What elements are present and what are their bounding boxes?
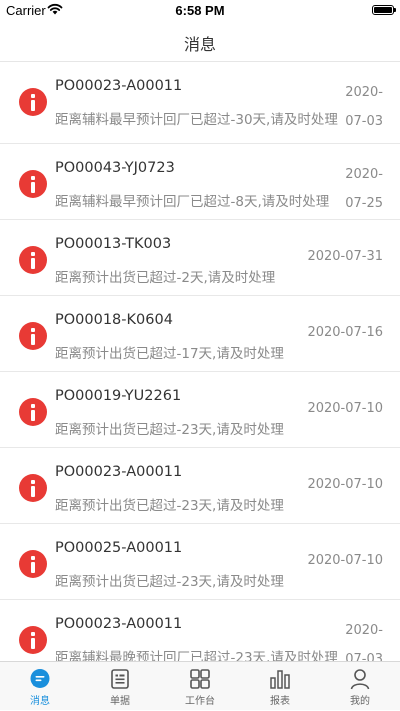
nav-bar: 消息 bbox=[0, 22, 400, 62]
alert-icon bbox=[19, 322, 47, 350]
message-item[interactable]: PO00013-TK003 距离预计出货已超过-2天,请及时处理 2020-07… bbox=[0, 220, 400, 296]
message-text: 距离预计出货已超过-2天,请及时处理 bbox=[55, 270, 276, 286]
message-item[interactable]: PO00025-A00011 距离预计出货已超过-23天,请及时处理 2020-… bbox=[0, 524, 400, 600]
order-code: PO00043-YJ0723 bbox=[55, 160, 175, 176]
message-item[interactable]: PO00023-A00011 距离预计出货已超过-23天,请及时处理 2020-… bbox=[0, 448, 400, 524]
order-code: PO00013-TK003 bbox=[55, 236, 172, 252]
alert-icon bbox=[19, 88, 47, 116]
tab-label: 工作台 bbox=[185, 696, 215, 707]
tab-documents[interactable]: 单据 bbox=[80, 662, 160, 711]
message-date: 2020-07-10 bbox=[307, 477, 383, 492]
message-text: 距离预计出货已超过-23天,请及时处理 bbox=[55, 574, 284, 590]
tab-profile[interactable]: 我的 bbox=[320, 662, 400, 711]
tab-label: 报表 bbox=[270, 696, 290, 707]
tab-bar: 消息 单据 工作台 报表 我的 bbox=[0, 661, 400, 710]
document-icon bbox=[111, 669, 129, 689]
message-list[interactable]: PO00023-A00011 距离辅料最早预计回厂已超过-30天,请及时处理 2… bbox=[0, 62, 400, 662]
alert-icon bbox=[19, 170, 47, 198]
message-text: 距离辅料最早预计回厂已超过-30天,请及时处理 bbox=[55, 112, 338, 128]
message-date: 2020-07-10 bbox=[307, 401, 383, 416]
message-text: 距离预计出货已超过-17天,请及时处理 bbox=[55, 346, 284, 362]
message-text: 距离辅料最早预计回厂已超过-8天,请及时处理 bbox=[55, 194, 330, 210]
grid-icon bbox=[190, 669, 210, 689]
alert-icon bbox=[19, 550, 47, 578]
order-code: PO00023-A00011 bbox=[55, 78, 183, 94]
tab-label: 消息 bbox=[30, 696, 50, 707]
message-text: 距离预计出货已超过-23天,请及时处理 bbox=[55, 422, 284, 438]
alert-icon bbox=[19, 626, 47, 654]
clock: 6:58 PM bbox=[175, 3, 225, 18]
message-date: 2020-07-10 bbox=[307, 553, 383, 568]
user-icon bbox=[350, 669, 370, 690]
message-item[interactable]: PO00019-YU2261 距离预计出货已超过-23天,请及时处理 2020-… bbox=[0, 372, 400, 448]
page-title: 消息 bbox=[183, 35, 216, 54]
status-bar: Carrier 6:58 PM bbox=[0, 0, 400, 22]
message-date: 2020- 07-03 bbox=[327, 78, 383, 136]
message-date-year: 2020- bbox=[345, 623, 383, 638]
message-item[interactable]: PO00023-A00011 距离辅料最晚预计回厂已超过-23天,请及时处理 2… bbox=[0, 600, 400, 662]
message-icon bbox=[30, 669, 50, 688]
order-code: PO00023-A00011 bbox=[55, 464, 183, 480]
message-date: 2020-07-16 bbox=[307, 325, 383, 340]
message-text: 距离预计出货已超过-23天,请及时处理 bbox=[55, 498, 284, 514]
tab-messages[interactable]: 消息 bbox=[0, 662, 80, 711]
tab-label: 我的 bbox=[350, 696, 370, 707]
message-date: 2020-07-31 bbox=[307, 249, 383, 264]
tab-workbench[interactable]: 工作台 bbox=[160, 662, 240, 711]
message-item[interactable]: PO00018-K0604 距离预计出货已超过-17天,请及时处理 2020-0… bbox=[0, 296, 400, 372]
order-code: PO00025-A00011 bbox=[55, 540, 183, 556]
message-date-day: 07-03 bbox=[345, 114, 383, 129]
message-date: 2020- 07-25 bbox=[327, 160, 383, 218]
order-code: PO00018-K0604 bbox=[55, 312, 173, 328]
alert-icon bbox=[19, 246, 47, 274]
message-item[interactable]: PO00043-YJ0723 距离辅料最早预计回厂已超过-8天,请及时处理 20… bbox=[0, 144, 400, 220]
order-code: PO00023-A00011 bbox=[55, 616, 183, 632]
message-item[interactable]: PO00023-A00011 距离辅料最早预计回厂已超过-30天,请及时处理 2… bbox=[0, 62, 400, 144]
tab-label: 单据 bbox=[110, 696, 130, 707]
message-date: 2020- 07-03 bbox=[327, 616, 383, 662]
message-text: 距离辅料最晚预计回厂已超过-23天,请及时处理 bbox=[55, 650, 338, 662]
alert-icon bbox=[19, 474, 47, 502]
battery-icon bbox=[372, 5, 396, 15]
message-date-day: 07-25 bbox=[345, 196, 383, 211]
message-date-day: 07-03 bbox=[345, 652, 383, 662]
tab-reports[interactable]: 报表 bbox=[240, 662, 320, 711]
alert-icon bbox=[19, 398, 47, 426]
bar-chart-icon bbox=[270, 670, 290, 689]
message-date-year: 2020- bbox=[345, 167, 383, 182]
message-date-year: 2020- bbox=[345, 85, 383, 100]
order-code: PO00019-YU2261 bbox=[55, 388, 182, 404]
